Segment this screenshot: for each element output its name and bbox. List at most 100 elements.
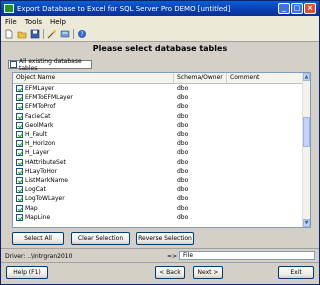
row-checkbox[interactable]	[16, 149, 23, 157]
tables-list[interactable]: Object Name Schema/Owner Comment EFMLaye…	[12, 72, 311, 228]
table-row[interactable]: FacieCat dbo	[13, 112, 303, 121]
minimize-button[interactable]: _	[278, 3, 290, 14]
file-path-field[interactable]: File	[179, 251, 315, 260]
column-header-comment[interactable]: Comment	[227, 73, 303, 83]
save-icon[interactable]	[30, 29, 40, 39]
help-button[interactable]: Help (F1)	[6, 266, 48, 279]
object-name-cell: FacieCat	[13, 112, 174, 120]
table-row[interactable]: HLayToHor dbo	[13, 167, 303, 176]
table-row[interactable]: LogToWLayer dbo	[13, 194, 303, 203]
object-name-cell: EFMLayer	[13, 85, 174, 93]
schema-owner: dbo	[177, 158, 189, 166]
window-title: Export Database to Excel for SQL Server …	[17, 4, 231, 13]
table-row[interactable]: LogCat dbo	[13, 185, 303, 194]
row-checkbox[interactable]	[16, 131, 23, 139]
row-checkbox[interactable]	[16, 158, 23, 166]
clear-selection-button[interactable]: Clear Selection	[71, 232, 130, 245]
object-name: HAttributeSet	[25, 158, 66, 166]
scroll-thumb[interactable]	[303, 117, 310, 147]
table-row[interactable]: H_Fault dbo	[13, 130, 303, 139]
object-name-cell: GeolMark	[13, 121, 174, 129]
object-name-cell: H_Horizon	[13, 140, 174, 148]
scroll-up-icon[interactable]: ▲	[303, 73, 310, 81]
column-header-object-name[interactable]: Object Name	[13, 73, 174, 83]
maximize-button[interactable]: □	[291, 3, 303, 14]
object-name: LogCat	[25, 186, 46, 194]
table-header: Object Name Schema/Owner Comment	[13, 73, 303, 84]
menu-tools[interactable]: Tools	[21, 18, 46, 26]
object-name-cell: ListMarkName	[13, 176, 174, 184]
help-icon[interactable]: ?	[77, 29, 87, 39]
row-checkbox[interactable]	[16, 140, 23, 148]
toolbar-separator	[43, 29, 44, 39]
next-button[interactable]: Next >	[193, 266, 223, 279]
title-bar[interactable]: Export Database to Excel for SQL Server …	[1, 1, 319, 16]
table-row[interactable]: H_Horizon dbo	[13, 139, 303, 148]
all-tables-checkbox[interactable]	[10, 61, 17, 68]
row-checkbox[interactable]	[16, 213, 23, 221]
select-all-button[interactable]: Select All	[12, 232, 64, 245]
reverse-selection-button[interactable]: Reverse Selection	[136, 232, 194, 245]
row-checkbox[interactable]	[16, 94, 23, 102]
object-name: H_Layer	[25, 149, 50, 157]
table-row[interactable]: EFMToProf dbo	[13, 102, 303, 111]
open-folder-icon[interactable]	[17, 29, 27, 39]
menu-bar: File Tools Help	[1, 16, 319, 27]
schema-owner: dbo	[177, 149, 189, 157]
object-name-cell: H_Fault	[13, 131, 174, 139]
object-name: EFMToEFMLayer	[25, 94, 73, 102]
object-name: LogToWLayer	[25, 195, 65, 203]
driver-arrow: =>	[167, 253, 178, 260]
row-checkbox[interactable]	[16, 85, 23, 93]
row-checkbox[interactable]	[16, 176, 23, 184]
table-row[interactable]: H_Layer dbo	[13, 148, 303, 157]
table-body: EFMLayer dbo EFMToEFMLayer dbo EFMToProf dbo F…	[13, 84, 303, 222]
table-row[interactable]: MapLine dbo	[13, 213, 303, 222]
table-row[interactable]: EFMLayer dbo	[13, 84, 303, 93]
row-checkbox[interactable]	[16, 121, 23, 129]
object-name-cell: MapLine	[13, 213, 174, 221]
object-name: ListMarkName	[25, 176, 68, 184]
toolbar-separator	[73, 29, 74, 39]
wizard-icon[interactable]	[47, 29, 57, 39]
object-name: EFMLayer	[25, 85, 55, 93]
vertical-scrollbar[interactable]: ▲ ▼	[302, 73, 310, 227]
schema-owner: dbo	[177, 204, 189, 212]
table-row[interactable]: EFMToEFMLayer dbo	[13, 93, 303, 102]
menu-help[interactable]: Help	[46, 18, 70, 26]
object-name: Map	[25, 204, 38, 212]
menu-file[interactable]: File	[1, 18, 21, 26]
column-header-schema-owner[interactable]: Schema/Owner	[174, 73, 227, 83]
object-name-cell: HAttributeSet	[13, 158, 174, 166]
all-tables-checkbox-row[interactable]: All existing database tables	[8, 57, 92, 72]
close-button[interactable]: ×	[304, 3, 316, 14]
object-name: FacieCat	[25, 112, 51, 120]
object-name: GeolMark	[25, 121, 54, 129]
settings-icon[interactable]	[60, 29, 70, 39]
row-checkbox[interactable]	[16, 103, 23, 111]
exit-button[interactable]: Exit	[278, 266, 314, 279]
row-checkbox[interactable]	[16, 204, 23, 212]
row-checkbox[interactable]	[16, 195, 23, 203]
back-button[interactable]: < Back	[155, 266, 185, 279]
schema-owner: dbo	[177, 176, 189, 184]
object-name: HLayToHor	[25, 167, 58, 175]
new-document-icon[interactable]	[4, 29, 14, 39]
table-row[interactable]: Map dbo	[13, 203, 303, 212]
table-row[interactable]: HAttributeSet dbo	[13, 158, 303, 167]
app-window: Export Database to Excel for SQL Server …	[0, 0, 320, 285]
object-name-cell: LogCat	[13, 186, 174, 194]
row-checkbox[interactable]	[16, 167, 23, 175]
object-name: H_Fault	[25, 131, 47, 139]
all-tables-checkbox-label: All existing database tables	[19, 57, 82, 72]
table-row[interactable]: ListMarkName dbo	[13, 176, 303, 185]
object-name-cell: HLayToHor	[13, 167, 174, 175]
row-checkbox[interactable]	[16, 112, 23, 120]
row-checkbox[interactable]	[16, 186, 23, 194]
schema-owner: dbo	[177, 103, 189, 111]
scroll-down-icon[interactable]: ▼	[303, 219, 310, 227]
schema-owner: dbo	[177, 112, 189, 120]
table-row[interactable]: GeolMark dbo	[13, 121, 303, 130]
toolbar: ?	[1, 27, 319, 42]
schema-owner: dbo	[177, 121, 189, 129]
